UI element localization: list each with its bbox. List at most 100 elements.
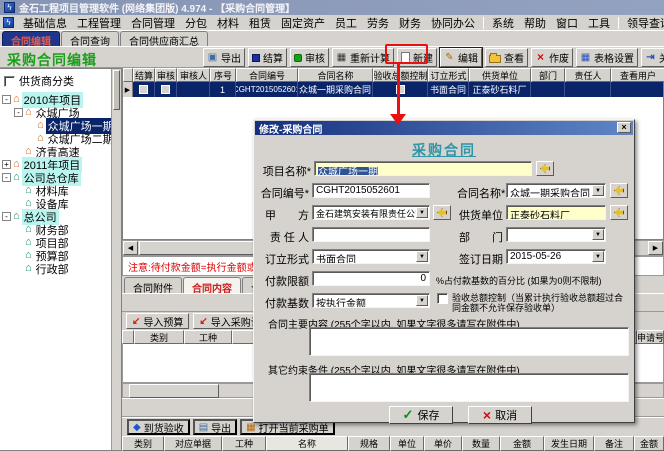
column-header[interactable]: 结算 — [133, 68, 155, 82]
column-header[interactable]: 订立形式 — [428, 68, 469, 82]
project-browse-button[interactable] — [536, 161, 554, 176]
column-header[interactable]: 备注 — [594, 436, 634, 451]
menu-item[interactable]: 材料 — [212, 14, 244, 32]
toolbar-button[interactable]: 审核 — [290, 48, 329, 67]
toolbar-button[interactable]: 结算 — [248, 48, 287, 67]
menu-item[interactable]: 基础信息 — [18, 14, 72, 32]
menu-item[interactable] — [483, 17, 484, 29]
toolbar-button[interactable]: 导出 — [203, 48, 245, 67]
column-header[interactable]: 规格 — [348, 436, 390, 451]
column-header[interactable]: 部门 — [531, 68, 565, 82]
column-header[interactable]: 序号 — [210, 68, 236, 82]
column-header[interactable]: 验收总额控制 — [373, 68, 428, 82]
accept-total-checkbox[interactable] — [437, 293, 448, 304]
other-textarea[interactable] — [309, 373, 629, 402]
column-header[interactable]: 名称 — [266, 436, 348, 451]
menu-item[interactable]: 合同管理 — [126, 14, 180, 32]
menu-item[interactable]: 租赁 — [244, 14, 276, 32]
supplier-browse-button[interactable] — [610, 205, 628, 220]
column-header[interactable] — [123, 68, 133, 82]
combo-arrow-icon[interactable]: ▼ — [416, 207, 428, 218]
scroll-thumb[interactable] — [139, 241, 259, 255]
column-header[interactable]: 责任人 — [565, 68, 611, 82]
column-header[interactable]: 发生日期 — [544, 436, 594, 451]
contract-code-field[interactable]: CGHT2015052601 — [312, 183, 430, 198]
limit-field[interactable]: 0 — [312, 271, 430, 286]
menu-item[interactable]: 协同办公 — [426, 14, 480, 32]
menu-item[interactable]: 领导查询 — [622, 14, 664, 32]
menu-item[interactable]: 帮助 — [519, 14, 551, 32]
project-name-field[interactable]: 众城广场一期 — [314, 161, 532, 176]
dept-combo[interactable]: ▼ — [506, 227, 606, 242]
combo-arrow-icon[interactable]: ▼ — [592, 251, 604, 262]
signdate-combo[interactable]: 2015-05-26 ▼ — [506, 249, 606, 264]
column-header[interactable]: 对应单据 — [164, 436, 222, 451]
column-header[interactable]: 数量 — [462, 436, 500, 451]
menu-item[interactable]: 固定资产 — [276, 14, 330, 32]
toolbar-button[interactable]: 作废 — [531, 48, 573, 67]
column-header[interactable]: 类别 — [122, 436, 164, 451]
toolbar-button[interactable]: 表格设置 — [576, 48, 638, 67]
menu-item[interactable]: 工具 — [583, 14, 615, 32]
toolbar-button[interactable]: 查看 — [485, 48, 528, 67]
tab[interactable]: 合同供应商汇总 — [120, 31, 208, 46]
contract-row-selected[interactable]: 1 CGHT2015052601 众城一期采购合同 书面合同 正泰砂石料厂 — [123, 82, 663, 97]
column-header[interactable]: 合同名称 — [298, 68, 373, 82]
row-checkbox[interactable] — [139, 85, 148, 94]
menu-item[interactable]: 员工 — [330, 14, 362, 32]
column-header-worktype[interactable]: 工种 — [184, 330, 232, 344]
menu-item[interactable]: 窗口 — [551, 14, 583, 32]
tab[interactable]: 合同编辑 — [2, 31, 60, 46]
supplier-filter-checkbox[interactable] — [4, 76, 15, 87]
combo-arrow-icon[interactable]: ▼ — [592, 229, 604, 240]
person-field[interactable] — [312, 227, 430, 242]
toolbar-button[interactable]: 关闭 — [641, 48, 664, 67]
column-header-request-no[interactable]: 申请号 — [637, 330, 664, 344]
row-checkbox[interactable] — [161, 85, 170, 94]
column-header[interactable]: 单价 — [424, 436, 462, 451]
combo-arrow-icon[interactable]: ▼ — [592, 185, 604, 196]
toolbar-button[interactable]: 编辑 — [440, 48, 482, 67]
tree-expander-icon[interactable]: - — [2, 95, 11, 104]
column-header[interactable]: 合同编号 — [236, 68, 298, 82]
base-combo[interactable]: 按执行金额 ▼ — [312, 293, 430, 308]
tree-expander-icon[interactable]: - — [14, 108, 23, 117]
content-textarea[interactable] — [309, 327, 629, 356]
party-a-combo[interactable]: 金石建筑安装有限责任公司 ▼ — [312, 205, 430, 220]
cancel-button[interactable]: 取消 — [468, 406, 532, 424]
dialog-titlebar[interactable]: 修改-采购合同 — [255, 121, 633, 135]
tree-item[interactable]: ⌂ 设备库 — [0, 197, 121, 210]
menu-item[interactable]: 财务 — [394, 14, 426, 32]
bottom-toolbar-button[interactable]: 到货验收 — [127, 419, 190, 435]
dialog-close-icon[interactable]: × — [617, 122, 631, 133]
menu-item[interactable] — [618, 17, 619, 29]
column-header[interactable]: 金额 — [634, 436, 664, 451]
column-header[interactable]: 金额 — [500, 436, 544, 451]
tree-expander-icon[interactable]: + — [2, 160, 11, 169]
menu-item[interactable]: 工程管理 — [72, 14, 126, 32]
column-header[interactable]: 审核人 — [177, 68, 210, 82]
combo-arrow-icon[interactable]: ▼ — [416, 295, 428, 306]
menu-item[interactable]: 劳务 — [362, 14, 394, 32]
column-header[interactable]: 工种 — [222, 436, 266, 451]
column-header[interactable]: 查看用户 — [611, 68, 664, 82]
party-a-browse-button[interactable] — [433, 205, 451, 220]
column-header[interactable]: 审核 — [155, 68, 177, 82]
import-budget-button[interactable]: 导入预算 — [126, 313, 189, 329]
tree-item[interactable]: ⌂ 行政部 — [0, 262, 121, 275]
menu-item[interactable]: 分包 — [180, 14, 212, 32]
bottom-toolbar-button[interactable]: 导出 — [193, 419, 237, 435]
tree-scrollbar[interactable] — [111, 69, 121, 450]
tree-expander-icon[interactable]: - — [2, 212, 11, 221]
column-header-category[interactable]: 类别 — [134, 330, 184, 344]
detail-tab[interactable]: 合同内容 — [183, 277, 241, 293]
column-header[interactable]: 单位 — [390, 436, 424, 451]
contract-name-browse-button[interactable] — [610, 183, 628, 198]
column-header[interactable]: 供货单位 — [469, 68, 531, 82]
detail-tab[interactable]: 合同附件 — [124, 277, 182, 293]
combo-arrow-icon[interactable]: ▼ — [416, 251, 428, 262]
scroll-thumb[interactable] — [129, 384, 219, 398]
form-combo[interactable]: 书面合同 ▼ — [312, 249, 430, 264]
scroll-left-icon[interactable]: ◀ — [123, 241, 138, 255]
contract-name-combo[interactable]: 众城一期采购合同 ▼ — [506, 183, 606, 198]
